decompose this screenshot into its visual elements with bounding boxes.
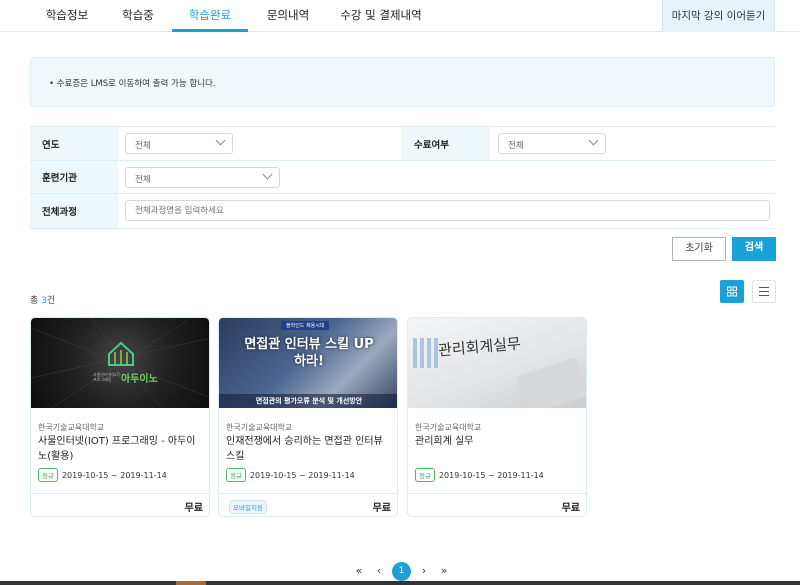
chevron-down-icon (262, 169, 273, 180)
regular-badge: 정규 (415, 468, 435, 482)
total-prefix: 총 (30, 296, 42, 306)
reset-button[interactable]: 초기화 (672, 237, 726, 261)
total-suffix: 건 (46, 296, 56, 306)
filter-row: 훈련기관 전체 (30, 161, 775, 194)
filter-table: 연도 전체 수료여부 전체 훈련기관 전체 전체과정 (30, 126, 775, 229)
completion-value: 전체 (508, 141, 524, 151)
list-icon (759, 287, 769, 296)
regular-badge: 정규 (226, 468, 246, 482)
last-page-button[interactable]: » (437, 562, 451, 580)
course-period: 2019-10-15 ~ 2019-11-14 (438, 470, 544, 480)
course-card[interactable]: 사물인터넷(IoT) 프로그래밍 아두이노 한국기술교육대학교 사물인터넷(IO… (30, 317, 210, 517)
institution-name: 한국기술교육대학교 (38, 423, 105, 432)
card-footer: 모바일지원 무료 (219, 493, 397, 516)
institution-label: 훈련기관 (30, 161, 118, 193)
thumbnail-title: 아두이노 (121, 374, 158, 385)
course-thumbnail: 블라인드 채용시대 면접관 인터뷰 스킬 UP 하라! 면접관의 평가오류 분석… (219, 318, 397, 408)
course-title[interactable]: 사물인터넷(IOT) 프로그래밍 - 아두이노(활용) (38, 434, 204, 464)
total-count: 총 3건 (30, 293, 55, 306)
thumbnail-subtitle: 면접관의 평가오류 분석 및 개선방안 (219, 394, 397, 408)
thumbnail-subtitle: 사물인터넷(IoT) 프로그래밍 (93, 372, 121, 382)
course-thumbnail: 관리회계실무 (408, 318, 586, 408)
prev-page-button[interactable]: ‹ (373, 562, 385, 580)
chart-paper-image (413, 338, 439, 368)
course-card[interactable]: 관리회계실무 한국기술교육대학교 관리회계 실무 정규 2019-10-15 ~ … (407, 317, 587, 517)
chevron-down-icon (588, 135, 599, 146)
course-period: 2019-10-15 ~ 2019-11-14 (61, 470, 167, 480)
thumbnail-top-label: 블라인드 채용시대 (281, 321, 330, 330)
thumbnail-title: 면접관 인터뷰 스킬 UP 하라! (244, 337, 374, 369)
year-label: 연도 (30, 127, 118, 160)
notice-box: • 수료증은 LMS로 이동하여 출력 가능 합니다. (30, 57, 775, 107)
card-footer: 무료 (408, 493, 586, 516)
price: 무료 (561, 503, 580, 514)
completion-label: 수료여부 (402, 127, 490, 160)
grid-icon (727, 286, 737, 297)
filter-row: 연도 전체 수료여부 전체 (30, 127, 775, 161)
course-label: 전체과정 (30, 194, 118, 228)
tab-bar: 학습정보 학습중 학습완료 문의내역 수강 및 결제내역 마지막 강의 이어듣기 (0, 0, 800, 32)
course-meta: 정규 2019-10-15 ~ 2019-11-14 (226, 468, 355, 482)
card-footer: 무료 (31, 493, 209, 516)
filter-row: 전체과정 (30, 194, 775, 229)
course-title[interactable]: 관리회계 실무 (415, 434, 581, 449)
bottom-bar-highlight (176, 581, 206, 585)
mobile-support-badge: 모바일지원 (229, 500, 267, 514)
course-card[interactable]: 블라인드 채용시대 면접관 인터뷰 스킬 UP 하라! 면접관의 평가오류 분석… (218, 317, 398, 517)
course-meta: 정규 2019-10-15 ~ 2019-11-14 (38, 468, 167, 482)
first-page-button[interactable]: « (352, 562, 366, 580)
course-period: 2019-10-15 ~ 2019-11-14 (249, 470, 355, 480)
list-view-button[interactable] (752, 280, 776, 303)
page-1-button[interactable]: 1 (392, 562, 411, 581)
tab-payments[interactable]: 수강 및 결제내역 (336, 0, 426, 32)
year-select[interactable]: 전체 (125, 133, 233, 154)
year-value: 전체 (135, 141, 151, 151)
price: 무료 (184, 503, 203, 514)
course-thumbnail: 사물인터넷(IoT) 프로그래밍 아두이노 (31, 318, 209, 408)
institution-name: 한국기술교육대학교 (415, 423, 482, 432)
calculator-image (515, 357, 586, 408)
tab-completed[interactable]: 학습완료 (172, 0, 248, 32)
chevron-down-icon (215, 135, 226, 146)
course-meta: 정규 2019-10-15 ~ 2019-11-14 (415, 468, 544, 482)
grid-view-button[interactable] (720, 280, 744, 303)
price: 무료 (372, 503, 391, 514)
search-button[interactable]: 검색 (732, 237, 776, 261)
course-search-input[interactable] (125, 200, 770, 221)
regular-badge: 정규 (38, 468, 58, 482)
institution-name: 한국기술교육대학교 (226, 423, 293, 432)
institution-value: 전체 (135, 175, 151, 185)
bottom-bar (0, 581, 800, 585)
institution-select[interactable]: 전체 (125, 167, 280, 188)
thumbnail-title: 관리회계실무 (437, 334, 522, 360)
tab-inquiries[interactable]: 문의내역 (262, 0, 314, 32)
tab-in-progress[interactable]: 학습중 (115, 0, 161, 32)
next-page-button[interactable]: › (418, 562, 430, 580)
resume-last-lecture-button[interactable]: 마지막 강의 이어듣기 (662, 0, 775, 32)
notice-text: • 수료증은 LMS로 이동하여 출력 가능 합니다. (49, 79, 216, 89)
completion-select[interactable]: 전체 (498, 133, 606, 154)
course-title[interactable]: 인재전쟁에서 승리하는 면접관 인터뷰 스킬 (226, 434, 392, 464)
tab-learning-info[interactable]: 학습정보 (40, 0, 94, 32)
arduino-logo-icon (108, 341, 134, 366)
